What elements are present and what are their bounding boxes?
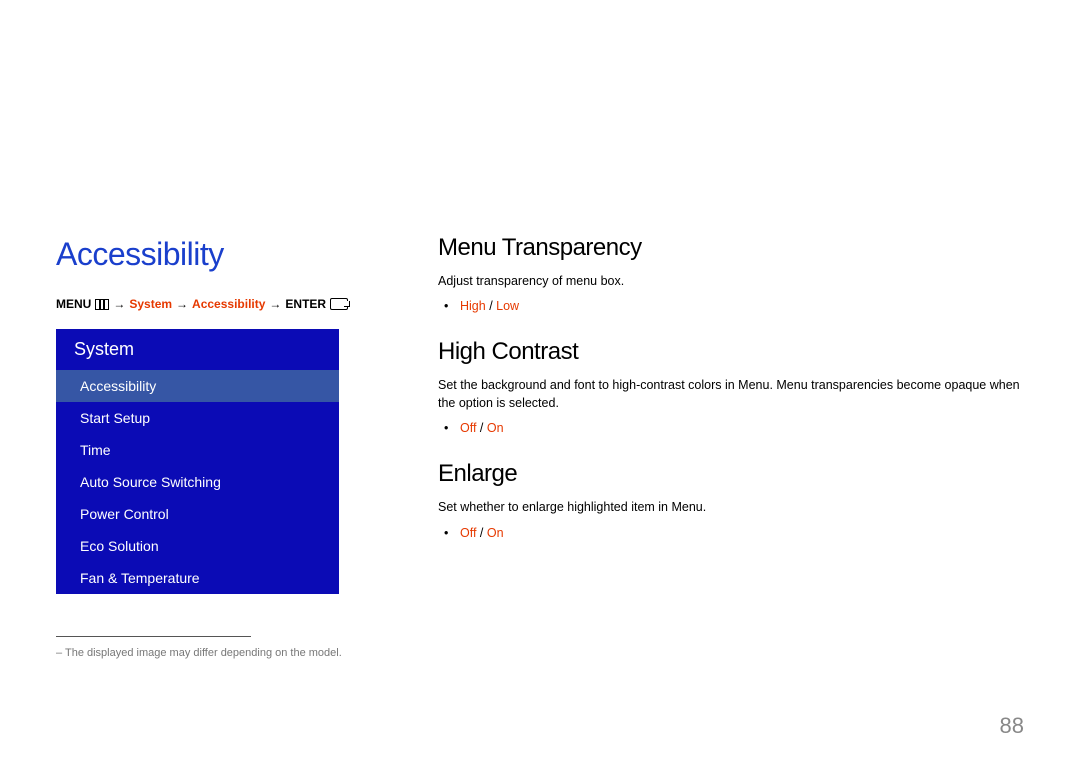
section-heading: High Contrast (438, 338, 1024, 366)
section-heading: Enlarge (438, 460, 1024, 488)
option-value: Off (460, 526, 476, 540)
arrow-icon: → (269, 297, 281, 311)
breadcrumb-enter-label: ENTER (285, 297, 326, 311)
menu-panel: System AccessibilityStart SetupTimeAuto … (56, 329, 339, 594)
option-item: Off / On (456, 418, 1024, 438)
footnote: – The displayed image may differ dependi… (56, 647, 396, 659)
breadcrumb: MENU → System → Accessibility → ENTER (56, 297, 396, 311)
menu-header: System (56, 329, 339, 370)
option-list: High / Low (438, 296, 1024, 316)
option-item: Off / On (456, 523, 1024, 543)
section-desc: Set the background and font to high-cont… (438, 376, 1024, 412)
option-value: Low (496, 299, 519, 313)
enter-icon (330, 298, 348, 310)
section: Enlarge Set whether to enlarge highlighte… (438, 460, 1024, 542)
option-sep: / (476, 421, 486, 435)
menu-item[interactable]: Fan & Temperature (56, 562, 339, 594)
option-value: On (487, 421, 504, 435)
section-heading: Menu Transparency (438, 234, 1024, 262)
menu-item[interactable]: Accessibility (56, 370, 339, 402)
arrow-icon: → (113, 297, 125, 311)
menu-icon (95, 299, 109, 310)
menu-item[interactable]: Start Setup (56, 402, 339, 434)
footnote-rule (56, 636, 251, 637)
page-number: 88 (1000, 713, 1024, 739)
option-value: On (487, 526, 504, 540)
page-heading: Accessibility (56, 236, 396, 273)
section: Menu Transparency Adjust transparency of … (438, 234, 1024, 316)
section-desc: Adjust transparency of menu box. (438, 272, 1024, 290)
right-column: Menu Transparency Adjust transparency of … (438, 56, 1024, 659)
section-desc: Set whether to enlarge highlighted item … (438, 498, 1024, 516)
menu-item[interactable]: Power Control (56, 498, 339, 530)
menu-item[interactable]: Auto Source Switching (56, 466, 339, 498)
option-list: Off / On (438, 418, 1024, 438)
option-item: High / Low (456, 296, 1024, 316)
menu-item[interactable]: Time (56, 434, 339, 466)
breadcrumb-menu-label: MENU (56, 297, 91, 311)
option-sep: / (486, 299, 496, 313)
option-value: Off (460, 421, 476, 435)
menu-item[interactable]: Eco Solution (56, 530, 339, 562)
breadcrumb-system: System (129, 297, 172, 311)
option-sep: / (476, 526, 486, 540)
breadcrumb-accessibility: Accessibility (192, 297, 265, 311)
option-list: Off / On (438, 523, 1024, 543)
arrow-icon: → (176, 297, 188, 311)
left-column: Accessibility MENU → System → Accessibil… (56, 56, 396, 659)
section: High Contrast Set the background and font… (438, 338, 1024, 438)
option-value: High (460, 299, 486, 313)
